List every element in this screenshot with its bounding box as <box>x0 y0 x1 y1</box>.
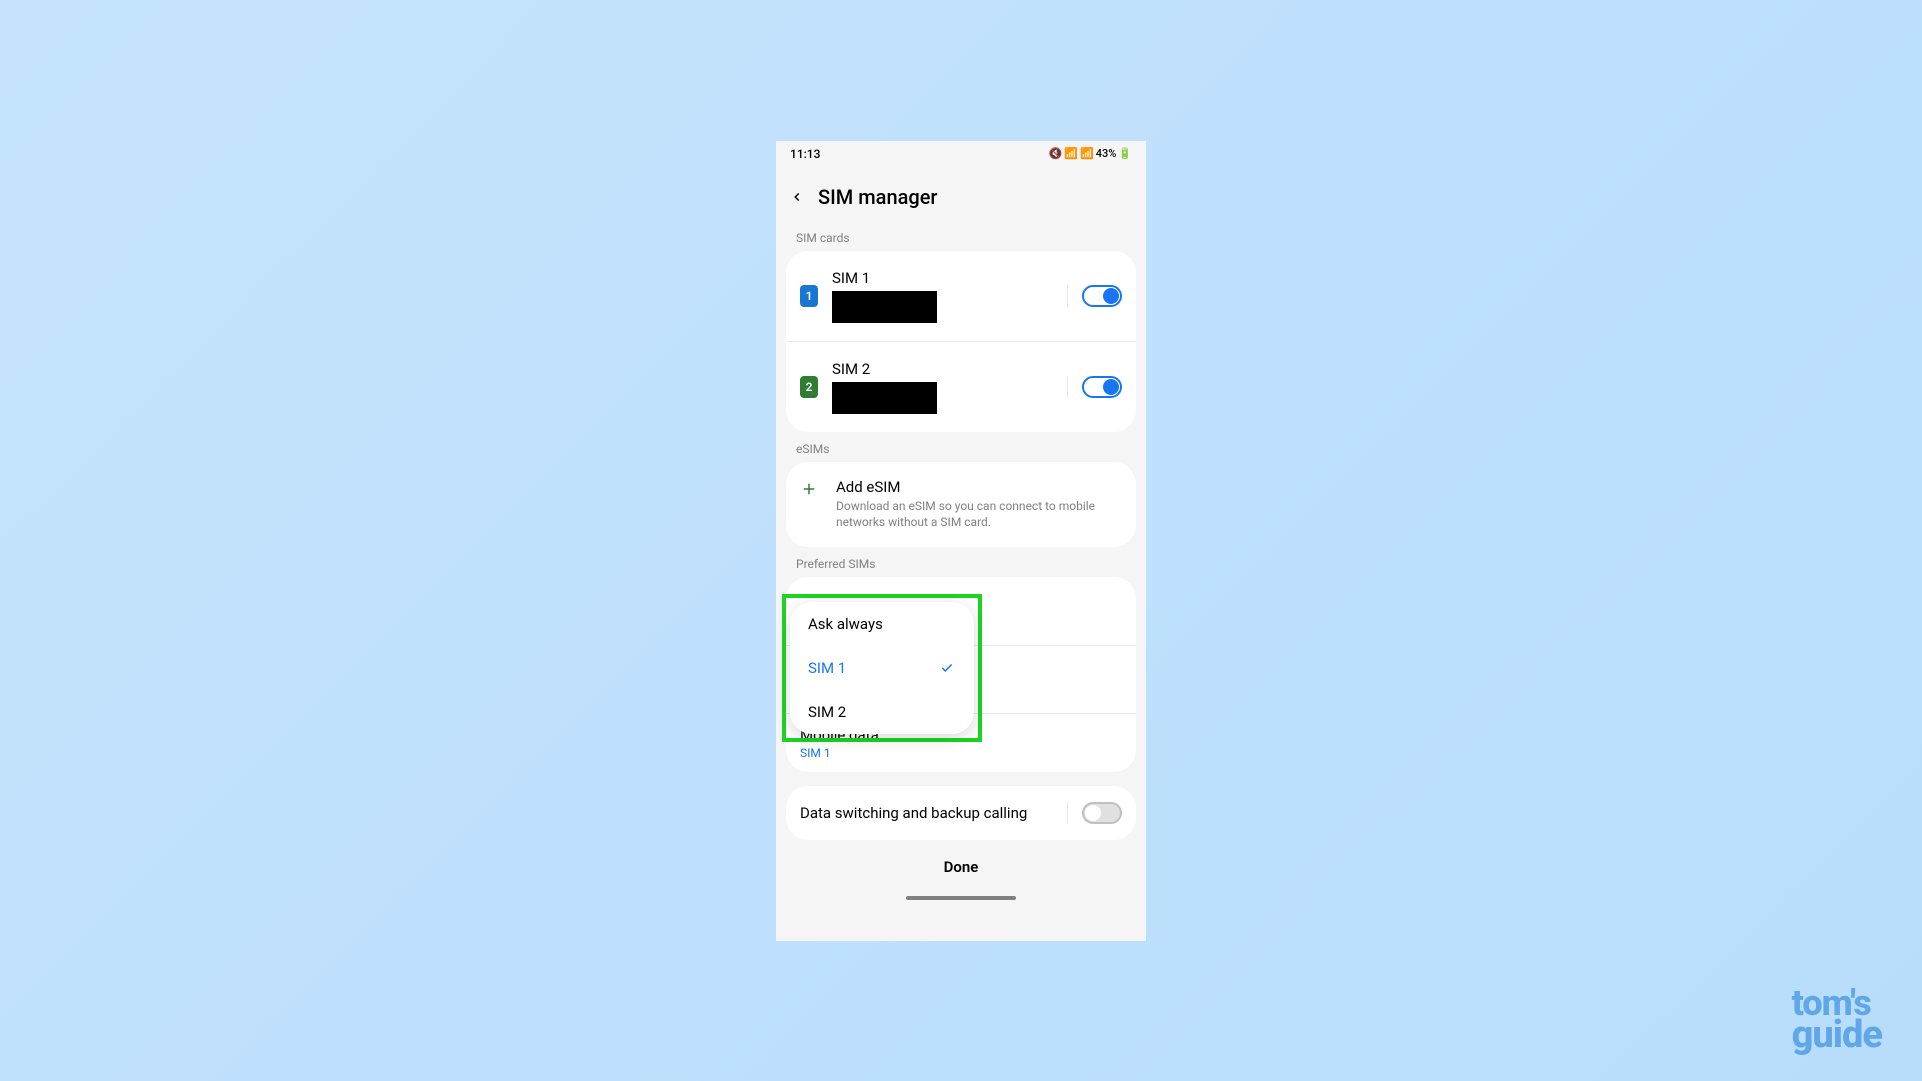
add-esim-row[interactable]: Add eSIM Download an eSIM so you can con… <box>786 462 1136 548</box>
check-icon <box>938 661 956 675</box>
signal-icon: 📶 <box>1080 147 1094 160</box>
popup-item-label: SIM 2 <box>808 703 846 721</box>
battery-icon: 🔋 <box>1118 147 1132 160</box>
popup-item-label: Ask always <box>808 615 883 633</box>
back-icon[interactable] <box>790 190 804 204</box>
sim-cards-card: 1 SIM 1 2 SIM 2 <box>786 251 1136 432</box>
sim-1-badge-icon: 1 <box>800 285 818 307</box>
popup-highlight: Ask always SIM 1 SIM 2 <box>782 594 982 742</box>
sim-1-row[interactable]: 1 SIM 1 <box>786 251 1136 341</box>
esim-card: Add eSIM Download an eSIM so you can con… <box>786 462 1136 548</box>
sim-select-popup: Ask always SIM 1 SIM 2 <box>790 602 974 734</box>
battery-text: 43% <box>1096 147 1117 160</box>
sim-1-carrier-redacted <box>832 291 937 323</box>
status-time: 11:13 <box>790 147 820 161</box>
popup-sim-2[interactable]: SIM 2 <box>790 690 974 734</box>
popup-sim-1[interactable]: SIM 1 <box>790 646 974 690</box>
sim-2-label: SIM 2 <box>832 360 1053 378</box>
section-sim-cards: SIM cards <box>776 221 1146 251</box>
page-header: SIM manager <box>776 167 1146 221</box>
sim-1-toggle[interactable] <box>1082 285 1122 307</box>
section-esims: eSIMs <box>776 432 1146 462</box>
nav-handle[interactable] <box>906 896 1016 900</box>
watermark-logo: tom's guide <box>1792 988 1882 1051</box>
data-switching-label: Data switching and backup calling <box>800 804 1027 822</box>
sim-2-toggle[interactable] <box>1082 376 1122 398</box>
section-preferred: Preferred SIMs <box>776 547 1146 577</box>
add-esim-title: Add eSIM <box>836 478 1122 496</box>
plus-icon <box>800 480 818 498</box>
mobile-data-value: SIM 1 <box>800 746 1122 760</box>
sim-1-label: SIM 1 <box>832 269 1053 287</box>
page-title: SIM manager <box>818 185 937 209</box>
data-switching-row[interactable]: Data switching and backup calling <box>786 786 1136 840</box>
done-button[interactable]: Done <box>776 840 1146 894</box>
wifi-icon: 📶 <box>1064 147 1078 160</box>
status-bar: 11:13 🔇 📶 📶 43% 🔋 <box>776 141 1146 167</box>
sim-2-carrier-redacted <box>832 382 937 414</box>
switching-card: Data switching and backup calling <box>786 786 1136 840</box>
add-esim-desc: Download an eSIM so you can connect to m… <box>836 498 1122 532</box>
sim-2-badge-icon: 2 <box>800 376 818 398</box>
phone-screen: 11:13 🔇 📶 📶 43% 🔋 SIM manager SIM cards … <box>776 141 1146 941</box>
sim-2-row[interactable]: 2 SIM 2 <box>786 341 1136 432</box>
data-switching-toggle[interactable] <box>1082 802 1122 824</box>
popup-ask-always[interactable]: Ask always <box>790 602 974 646</box>
mute-icon: 🔇 <box>1049 147 1063 160</box>
status-indicators: 🔇 📶 📶 43% 🔋 <box>1049 147 1132 160</box>
popup-item-label: SIM 1 <box>808 659 846 677</box>
